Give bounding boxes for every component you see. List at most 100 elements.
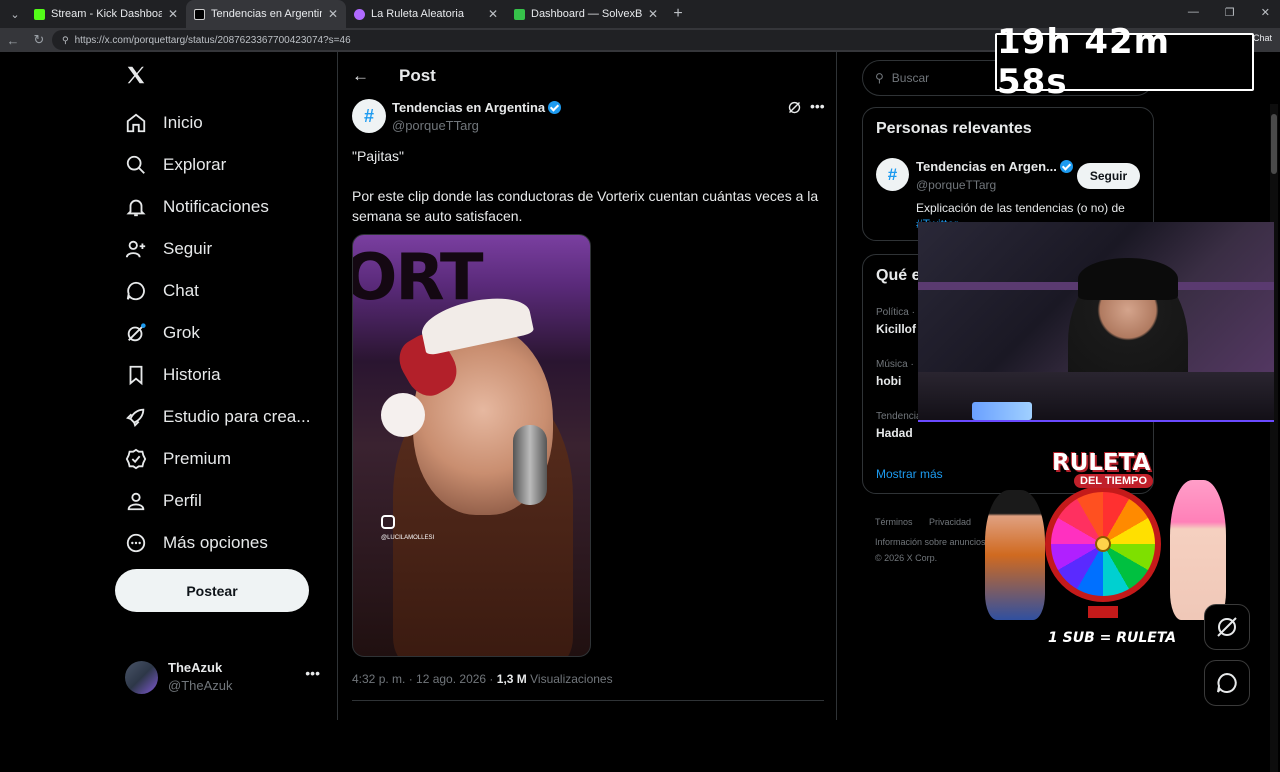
video-microphone [513,425,547,505]
tab-ruleta[interactable]: La Ruleta Aleatoria ✕ [346,0,506,28]
back-icon[interactable]: ← [0,33,26,48]
post-button[interactable]: Postear [115,569,309,612]
search-icon: ⚲ [875,71,884,85]
roulette-label: 1 SUB = RULETA [1048,630,1177,646]
account-switcher[interactable]: TheAzuk @TheAzuk ••• [125,657,325,697]
solvexbot-favicon-icon [514,8,525,20]
roulette-title: RULETA [1052,450,1151,476]
nav-item-inicio[interactable]: Inicio [125,108,203,138]
site-info-icon[interactable]: ⚲ [62,35,69,46]
post-video[interactable]: ORT @LUCILAMOLLESI [352,234,591,657]
page-scrollbar[interactable] [1270,104,1278,772]
roulette-character-right [1170,480,1226,620]
close-tab-icon[interactable]: ✕ [648,7,658,21]
tab-x-tendencias[interactable]: Tendencias en Argentina en X ✕ [186,0,346,28]
author-handle[interactable]: @porqueTTarg [392,118,479,133]
nav-item-historia[interactable]: Historia [125,360,221,390]
tab-kick-dashboard[interactable]: Stream - Kick Dashboard ✕ [26,0,186,28]
relevant-people-card: Personas relevantes # Tendencias en Arge… [862,107,1154,241]
url-text: https://x.com/porquettarg/status/2087623… [74,34,351,46]
grok-icon [125,322,147,344]
more-horizontal-icon[interactable]: ••• [810,98,825,114]
nav-item-premium[interactable]: Premium [125,444,231,474]
maximize-icon[interactable]: ❐ [1225,6,1235,19]
address-bar[interactable]: ⚲ https://x.com/porquettarg/status/20876… [52,30,1012,50]
nav-item-estudio[interactable]: Estudio para crea... [125,402,310,432]
bookmark-icon [125,364,147,386]
grok-icon [1217,617,1237,637]
chat-icon [125,280,147,302]
left-navigation: Inicio Explorar Notificaciones Seguir Ch… [115,52,337,720]
kick-favicon-icon [34,8,45,20]
new-tab-icon[interactable]: + [666,5,690,23]
back-arrow-icon[interactable]: ← [352,66,369,86]
footer-terms-link[interactable]: Términos [875,517,913,527]
roulette-subtitle: DEL TIEMPO [1074,474,1154,488]
tab-solvexbot[interactable]: Dashboard — SolvexBot ✕ [506,0,666,28]
nav-item-explorar[interactable]: Explorar [125,150,226,180]
trend-item[interactable]: Política · Kicillof [876,307,916,336]
grok-floating-button[interactable] [1204,604,1250,650]
tab-search-icon[interactable]: ⌄ [4,3,26,25]
relevant-avatar[interactable]: # [876,158,909,191]
trend-item[interactable]: Música · hobi [876,359,914,388]
footer-ads-link[interactable]: Información sobre anuncios [875,537,986,547]
trends-title: Qué e [876,267,921,284]
nav-item-perfil[interactable]: Perfil [125,486,202,516]
close-window-icon[interactable]: ✕ [1261,6,1270,19]
x-logo-icon[interactable] [125,64,147,86]
trend-item[interactable]: Tendencia Hadad [876,411,922,440]
close-tab-icon[interactable]: ✕ [168,7,178,21]
relevant-people-title: Personas relevantes [876,120,1032,137]
search-placeholder: Buscar [891,71,930,85]
nav-item-chat[interactable]: Chat [125,276,199,306]
grok-explain-icon[interactable] [787,100,802,118]
follow-icon [125,238,147,260]
relevant-name[interactable]: Tendencias en Argen... [916,159,1073,174]
verified-badge-icon [1059,160,1073,173]
post-meta: 4:32 p. m. · 12 ago. 2026 · 1,3 M Visual… [352,672,613,686]
account-name: TheAzuk [168,660,223,675]
rocket-icon [125,406,147,428]
view-label: Visualizaciones [526,672,613,686]
author-name[interactable]: Tendencias en Argentina [392,100,562,115]
post-detail-column: ← Post # Tendencias en Argentina @porque… [337,52,837,720]
reload-icon[interactable]: ↻ [26,32,52,48]
verified-icon [125,448,147,470]
bell-icon [125,196,147,218]
webcam-overlay [918,222,1274,422]
account-handle: @TheAzuk [168,678,233,693]
close-tab-icon[interactable]: ✕ [488,7,498,21]
ruleta-favicon-icon [354,8,365,20]
browser-chat-button[interactable]: Chat [1253,33,1272,43]
more-circle-icon [125,532,147,554]
author-avatar[interactable]: # [352,99,386,133]
person-icon [125,490,147,512]
page-title: Post [399,66,436,85]
close-tab-icon[interactable]: ✕ [328,7,338,21]
nav-item-grok[interactable]: Grok [125,318,200,348]
search-icon [125,154,147,176]
instagram-icon [381,515,395,529]
minimize-icon[interactable]: — [1188,6,1199,19]
post-text-title: "Pajitas" [352,148,404,164]
roulette-character-left [985,490,1045,620]
video-hat-pompom [381,393,425,437]
view-count: 1,3 M [496,672,527,686]
nav-item-mas-opciones[interactable]: Más opciones [125,528,268,558]
show-more-link[interactable]: Mostrar más [876,467,943,481]
follow-button[interactable]: Seguir [1077,163,1140,189]
x-favicon-icon [194,8,205,20]
chat-floating-button[interactable] [1204,660,1250,706]
stream-timer: 19h 42m 58s [995,22,1254,102]
webcam-cap [1078,258,1178,300]
post-timestamp[interactable]: 4:32 p. m. · 12 ago. 2026 · [352,672,497,686]
relevant-handle[interactable]: @porqueTTarg [916,178,996,192]
footer-privacy-link[interactable]: Privacidad [929,517,971,527]
verified-badge-icon [548,101,562,114]
more-horizontal-icon[interactable]: ••• [305,665,320,681]
nav-item-notificaciones[interactable]: Notificaciones [125,192,269,222]
nav-item-seguir[interactable]: Seguir [125,234,212,264]
roulette-stand [1088,606,1118,618]
scrollbar-thumb[interactable] [1271,114,1277,174]
